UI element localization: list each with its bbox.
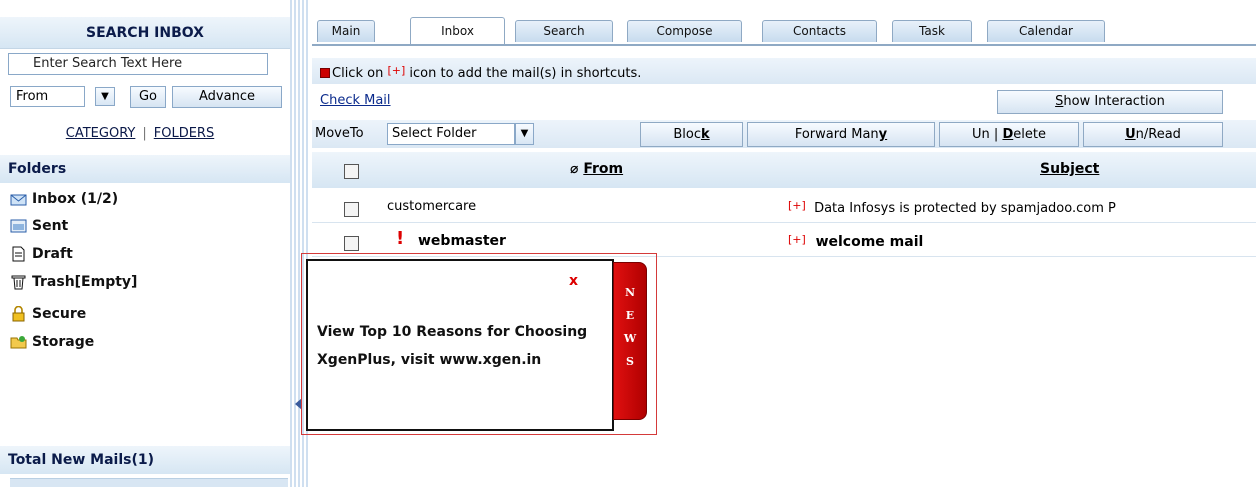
- folder-trash[interactable]: Trash[Empty]: [10, 271, 137, 293]
- row-from[interactable]: webmaster: [418, 233, 506, 249]
- button-label: Un |: [972, 127, 1003, 142]
- access-key: U: [1125, 127, 1136, 142]
- row-checkbox[interactable]: [344, 202, 359, 217]
- folder-label: Inbox: [32, 191, 76, 207]
- row-subject[interactable]: [+] Data Infosys is protected by spamjad…: [788, 199, 1116, 216]
- news-text[interactable]: View Top 10 Reasons for Choosing XgenPlu…: [317, 318, 607, 374]
- forward-many-button[interactable]: Forward Many: [747, 122, 935, 147]
- show-interaction-button[interactable]: Show Interaction: [997, 90, 1223, 114]
- news-tab-label: NEWS: [623, 286, 637, 368]
- lock-icon: [12, 306, 25, 322]
- total-new-mails: Total New Mails(1): [0, 446, 290, 474]
- row-subject[interactable]: [+] welcome mail: [788, 233, 923, 250]
- button-label: how Interaction: [1063, 94, 1165, 109]
- check-mail-bar: Check Mail Show Interaction: [312, 88, 1256, 114]
- access-key: k: [700, 127, 710, 142]
- info-prefix: Click on: [332, 66, 388, 81]
- close-icon[interactable]: x: [569, 273, 578, 289]
- tab-underline: [312, 44, 1256, 46]
- chevron-down-icon[interactable]: ▼: [95, 87, 115, 106]
- button-label: n/Read: [1135, 127, 1181, 142]
- tab-inbox[interactable]: Inbox: [410, 17, 505, 44]
- view-switch: CATEGORY | FOLDERS: [0, 126, 280, 141]
- add-shortcut-icon[interactable]: [+]: [788, 233, 806, 246]
- folder-label: Secure: [32, 306, 87, 322]
- draft-icon: [12, 246, 25, 262]
- button-label: elete: [1013, 127, 1046, 142]
- block-button[interactable]: Block: [640, 122, 743, 147]
- access-key: y: [878, 127, 888, 142]
- column-from[interactable]: ⌀ From: [570, 161, 623, 177]
- search-input[interactable]: Enter Search Text Here: [8, 53, 268, 75]
- column-subject[interactable]: Subject: [1040, 161, 1099, 177]
- sent-icon: [10, 219, 27, 233]
- plus-marker: [+]: [387, 64, 406, 77]
- folders-link[interactable]: FOLDERS: [154, 126, 214, 141]
- sidebar-title: SEARCH INBOX: [0, 17, 290, 49]
- folder-label: Trash[Empty]: [32, 274, 138, 290]
- important-icon: !: [396, 228, 405, 249]
- folder-count: (1/2): [80, 191, 119, 207]
- inbox-icon: [10, 194, 27, 206]
- tab-bar: Main Inbox Search Compose Contacts Task …: [312, 0, 1256, 45]
- tab-task[interactable]: Task: [892, 20, 972, 42]
- table-row[interactable]: customercare [+] Data Infosys is protect…: [312, 192, 1256, 223]
- search-field-select[interactable]: From: [10, 86, 85, 107]
- folder-label: Draft: [32, 246, 73, 262]
- add-shortcut-icon[interactable]: [+]: [788, 199, 806, 212]
- folder-label: Storage: [32, 334, 95, 350]
- folders-header: Folders: [0, 155, 290, 183]
- subject-text: welcome mail: [815, 234, 924, 250]
- advance-search-button[interactable]: Advance: [172, 86, 282, 108]
- info-suffix: icon to add the mail(s) in shortcuts.: [405, 66, 642, 81]
- unread-button[interactable]: Un/Read: [1083, 122, 1223, 147]
- tab-main[interactable]: Main: [317, 20, 375, 42]
- folder-storage[interactable]: Storage: [10, 331, 94, 353]
- tab-search[interactable]: Search: [515, 20, 613, 42]
- storage-folder-icon: [10, 336, 27, 349]
- row-from[interactable]: customercare: [387, 199, 476, 214]
- trash-icon: [11, 275, 26, 290]
- move-folder-select[interactable]: Select Folder: [387, 123, 515, 145]
- folder-draft[interactable]: Draft: [10, 243, 73, 265]
- tab-contacts[interactable]: Contacts: [762, 20, 877, 42]
- check-mail-link[interactable]: Check Mail: [320, 93, 391, 108]
- subject-text: Data Infosys is protected by spamjadoo.c…: [814, 201, 1116, 216]
- shortcut-flag-icon: [320, 68, 330, 78]
- chevron-down-icon[interactable]: ▼: [515, 123, 534, 145]
- move-to-label: MoveTo: [315, 126, 364, 141]
- folder-inbox[interactable]: Inbox (1/2): [10, 188, 118, 210]
- button-label: Forward Man: [794, 127, 879, 142]
- select-all-checkbox[interactable]: [344, 164, 359, 179]
- go-button[interactable]: Go: [130, 86, 166, 108]
- row-checkbox[interactable]: [344, 236, 359, 251]
- category-link[interactable]: CATEGORY: [66, 126, 136, 141]
- folder-sent[interactable]: Sent: [10, 215, 68, 237]
- folder-secure[interactable]: Secure: [10, 303, 86, 325]
- sidebar-bottom-strip: [10, 478, 288, 487]
- shortcut-info-bar: Click on [+] icon to add the mail(s) in …: [312, 58, 1256, 84]
- button-label: Bloc: [673, 127, 701, 142]
- sidebar: SEARCH INBOX Enter Search Text Here From…: [0, 0, 290, 487]
- folder-label: Sent: [32, 218, 69, 234]
- mail-toolbar: MoveTo Select Folder ▼ Block Forward Man…: [312, 120, 1256, 148]
- tab-calendar[interactable]: Calendar: [987, 20, 1105, 42]
- attachment-icon: ⌀: [570, 161, 584, 177]
- link-separator: |: [142, 126, 147, 141]
- undelete-button[interactable]: Un | Delete: [939, 122, 1079, 147]
- mail-table-header: ⌀ From Subject: [312, 152, 1256, 188]
- access-key: D: [1002, 127, 1014, 142]
- tab-compose[interactable]: Compose: [627, 20, 742, 42]
